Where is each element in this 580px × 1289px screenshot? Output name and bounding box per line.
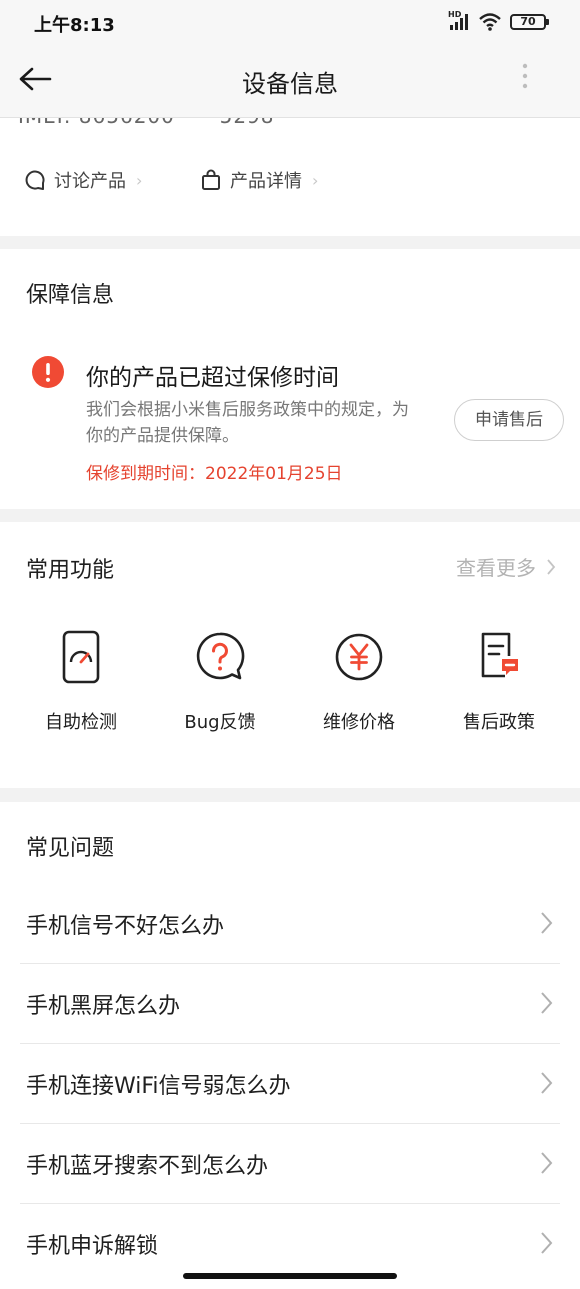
status-bar: 上午8:13 HD 70	[0, 0, 580, 44]
repair-price-button[interactable]: 维修价格	[294, 630, 424, 734]
faq-item-label: 手机黑屏怎么办	[26, 994, 181, 1019]
chat-icon	[25, 170, 45, 190]
faq-item-label: 手机蓝牙搜索不到怎么办	[26, 1154, 269, 1179]
faq-item[interactable]: 手机黑屏怎么办	[20, 964, 560, 1044]
chevron-right-icon	[541, 912, 553, 934]
bug-feedback-label: Bug反馈	[184, 712, 256, 733]
after-sales-policy-label: 售后政策	[463, 712, 535, 733]
faq-item-label: 手机信号不好怎么办	[26, 914, 225, 939]
apply-after-sales-button[interactable]: 申请售后	[454, 399, 564, 441]
warranty-status-title: 你的产品已超过保修时间	[86, 365, 339, 391]
faq-item-label: 手机申诉解锁	[26, 1234, 159, 1259]
see-more-label: 查看更多	[456, 556, 536, 580]
faq-item[interactable]: 手机连接WiFi信号弱怎么办	[20, 1044, 560, 1124]
self-diagnosis-label: 自助检测	[45, 712, 117, 733]
warranty-description: 我们会根据小米售后服务政策中的规定，为你的产品提供保障。	[86, 400, 409, 446]
faq-card: 常见问题 手机信号不好怎么办 手机黑屏怎么办 手机连接WiFi信号弱怎么办 手机…	[0, 802, 580, 1289]
chevron-right-icon	[541, 992, 553, 1014]
faq-section-title: 常见问题	[26, 836, 115, 861]
after-sales-policy-button[interactable]: 售后政策	[434, 630, 564, 734]
chevron-right-icon: ›	[136, 170, 143, 190]
see-more-link[interactable]: 查看更多	[456, 552, 556, 581]
shopping-bag-icon	[202, 169, 220, 190]
faq-item[interactable]: 手机信号不好怎么办	[20, 884, 560, 964]
functions-section-title: 常用功能	[26, 558, 115, 583]
device-info-card: IMEI: 8656200 5298 讨论产品 › 产品详情 ›	[0, 100, 580, 236]
policy-document-icon	[481, 632, 518, 678]
warranty-section-title: 保障信息	[26, 283, 115, 308]
more-options-button[interactable]	[520, 62, 530, 92]
phone-gauge-icon	[62, 630, 100, 684]
battery-indicator: 70	[510, 14, 549, 30]
status-time: 上午8:13	[34, 15, 115, 36]
alert-icon	[32, 356, 64, 388]
nav-bar: 设备信息	[0, 44, 580, 118]
bug-feedback-button[interactable]: Bug反馈	[155, 630, 285, 734]
chevron-right-icon	[541, 1152, 553, 1174]
chevron-right-icon: ›	[312, 170, 319, 190]
warranty-expiry: 保修到期时间：2022年01月25日	[86, 464, 343, 484]
self-diagnosis-button[interactable]: 自助检测	[16, 630, 146, 734]
page-title: 设备信息	[242, 70, 338, 98]
faq-item-label: 手机连接WiFi信号弱怎么办	[26, 1074, 291, 1099]
chevron-right-icon	[541, 1232, 553, 1254]
wifi-icon	[478, 13, 502, 31]
discuss-product-label: 讨论产品	[54, 171, 126, 192]
home-indicator[interactable]	[183, 1273, 397, 1279]
status-icons: HD 70	[448, 10, 549, 32]
chevron-right-icon	[541, 1072, 553, 1094]
screen: 上午8:13 HD 70 设备信息 讨论产品 › 产品详情 › 保障信息 你的产…	[0, 0, 580, 1289]
repair-price-label: 维修价格	[323, 712, 395, 733]
product-details-link[interactable]: 产品详情 ›	[200, 166, 318, 194]
chevron-right-icon	[547, 558, 556, 575]
faq-item[interactable]: 手机申诉解锁	[20, 1204, 560, 1284]
faq-item[interactable]: 手机蓝牙搜索不到怎么办	[20, 1124, 560, 1204]
yuan-circle-icon	[335, 633, 383, 681]
question-bubble-icon	[196, 632, 245, 680]
warranty-card: 保障信息 你的产品已超过保修时间 我们会根据小米售后服务政策中的规定，为你的产品…	[0, 249, 580, 509]
functions-card: 常用功能 查看更多 自助检测 Bug反馈 维修价格 售后政策	[0, 522, 580, 788]
vertical-dots-icon	[522, 63, 528, 89]
cellular-signal-icon: HD	[448, 10, 470, 31]
discuss-product-link[interactable]: 讨论产品 ›	[24, 166, 142, 194]
product-details-label: 产品详情	[230, 171, 302, 192]
